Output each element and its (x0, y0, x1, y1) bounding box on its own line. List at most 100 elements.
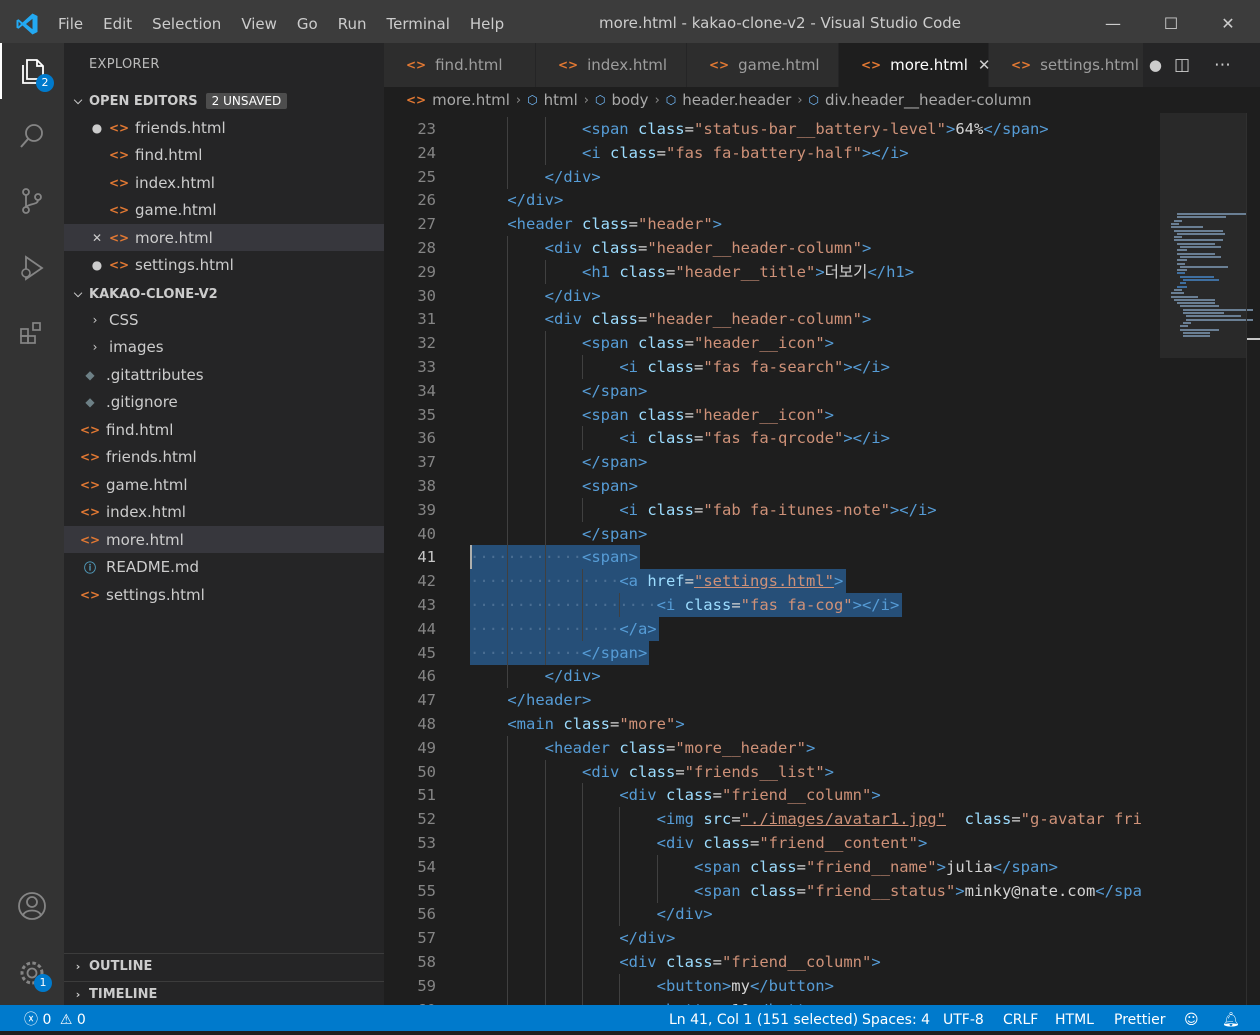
eol-setting[interactable]: CRLF (1003, 1005, 1038, 1031)
menu-terminal[interactable]: Terminal (387, 15, 450, 33)
file-item[interactable]: <> game.html (64, 471, 384, 498)
unsaved-dot-icon[interactable]: ● (1149, 56, 1162, 74)
code-line[interactable]: 46 </div> (384, 664, 1160, 689)
code-line[interactable]: 31 <div class="header__header-column"> (384, 307, 1160, 332)
code-editor[interactable]: 23 <span class="status-bar__battery-leve… (384, 113, 1160, 1005)
file-item[interactable]: <> more.html (64, 526, 384, 553)
code-line[interactable]: 41 ············<span> (384, 545, 1160, 570)
tab-find[interactable]: <> find.html (384, 43, 536, 87)
breadcrumb-item[interactable]: more.html (432, 91, 510, 109)
code-line[interactable]: 27 <header class="header"> (384, 212, 1160, 236)
file-item[interactable]: <> index.html (64, 499, 384, 526)
code-line[interactable]: 23 <span class="status-bar__battery-leve… (384, 117, 1160, 141)
unsaved-dot-icon[interactable]: ● (86, 258, 108, 272)
encoding-setting[interactable]: UTF-8 (943, 1005, 984, 1031)
code-line[interactable]: 56 </div> (384, 902, 1160, 927)
minimap-slider[interactable] (1160, 113, 1246, 358)
code-line[interactable]: 60 <button>10</button> (384, 997, 1160, 1005)
maximize-button[interactable]: ☐ (1141, 0, 1201, 47)
code-line[interactable]: 24 <i class="fas fa-battery-half"></i> (384, 140, 1160, 165)
code-line[interactable]: 33 <i class="fas fa-search"></i> (384, 355, 1160, 379)
open-editor-item[interactable]: <> find.html (64, 142, 384, 169)
file-item[interactable]: ◆ .gitignore (64, 389, 384, 416)
code-line[interactable]: 40 </span> (384, 521, 1160, 546)
file-item[interactable]: ⓘ README.md (64, 554, 384, 581)
code-line[interactable]: 34 </span> (384, 378, 1160, 403)
open-editors-header[interactable]: ⌵ OPEN EDITORS 2 UNSAVED (64, 89, 384, 113)
source-control-activity-button[interactable] (0, 173, 64, 229)
split-editor-icon[interactable]: ◫ (1174, 43, 1190, 87)
menu-help[interactable]: Help (470, 15, 504, 33)
code-line[interactable]: 59 <button>my</button> (384, 973, 1160, 998)
minimap[interactable] (1160, 113, 1254, 1005)
code-line[interactable]: 54 <span class="friend__name">julia</spa… (384, 854, 1160, 879)
cursor-position[interactable]: Ln 41, Col 1 (151 selected) (669, 1005, 858, 1031)
code-line[interactable]: 47 </header> (384, 688, 1160, 712)
menu-view[interactable]: View (241, 15, 277, 33)
open-editor-item[interactable]: ● <> settings.html (64, 252, 384, 279)
accounts-activity-button[interactable] (0, 878, 64, 934)
minimize-button[interactable]: — (1083, 0, 1143, 47)
tab-more[interactable]: <> more.html ✕ (839, 43, 990, 87)
folder-item[interactable]: › CSS (64, 306, 384, 333)
language-mode[interactable]: HTML (1055, 1005, 1094, 1031)
outline-header[interactable]: › OUTLINE (64, 953, 384, 978)
open-editor-item[interactable]: ✕ <> more.html (64, 224, 384, 251)
open-editor-item[interactable]: <> index.html (64, 169, 384, 196)
code-line[interactable]: 39 <i class="fab fa-itunes-note"></i> (384, 497, 1160, 522)
close-window-button[interactable]: ✕ (1198, 0, 1258, 47)
breadcrumb-item[interactable]: html (544, 91, 578, 109)
code-line[interactable]: 26 </div> (384, 188, 1160, 212)
tab-index[interactable]: <> index.html (536, 43, 687, 87)
code-line[interactable]: 25 </div> (384, 164, 1160, 189)
close-editor-icon[interactable]: ✕ (86, 231, 108, 245)
project-folder-header[interactable]: ⌵ KAKAO-CLONE-V2 (64, 282, 384, 306)
vertical-scrollbar[interactable] (1246, 113, 1260, 1005)
code-line[interactable]: 58 <div class="friend__column"> (384, 950, 1160, 974)
breadcrumb-item[interactable]: div.header__header-column (825, 91, 1032, 109)
code-line[interactable]: 30 </div> (384, 283, 1160, 308)
open-editor-item[interactable]: <> game.html (64, 197, 384, 224)
timeline-header[interactable]: › TIMELINE (64, 981, 384, 1006)
code-line[interactable]: 42 ················<a href="settings.html… (384, 569, 1160, 594)
explorer-activity-button[interactable]: 2 (0, 43, 64, 99)
code-line[interactable]: 37 </span> (384, 450, 1160, 475)
file-item[interactable]: <> friends.html (64, 444, 384, 471)
extensions-activity-button[interactable] (0, 305, 64, 361)
code-line[interactable]: 50 <div class="friends__list"> (384, 759, 1160, 784)
menu-file[interactable]: File (58, 15, 83, 33)
unsaved-dot-icon[interactable]: ● (86, 121, 108, 135)
tab-game[interactable]: <> game.html (687, 43, 839, 87)
menu-go[interactable]: Go (297, 15, 318, 33)
code-line[interactable]: 44 ················</a> (384, 616, 1160, 641)
file-item[interactable]: ◆ .gitattributes (64, 361, 384, 388)
code-line[interactable]: 48 <main class="more"> (384, 712, 1160, 736)
code-line[interactable]: 43 ····················<i class="fas fa-c… (384, 593, 1160, 617)
menu-edit[interactable]: Edit (103, 15, 132, 33)
feedback-icon[interactable]: ☺ (1184, 1005, 1199, 1031)
search-activity-button[interactable] (0, 108, 64, 164)
more-actions-icon[interactable]: ⋯ (1214, 43, 1231, 87)
code-line[interactable]: 35 <span class="header__icon"> (384, 402, 1160, 427)
menu-run[interactable]: Run (338, 15, 367, 33)
code-line[interactable]: 51 <div class="friend__column"> (384, 783, 1160, 808)
code-line[interactable]: 52 <img src="./images/avatar1.jpg" class… (384, 807, 1160, 832)
file-item[interactable]: <> settings.html (64, 581, 384, 608)
prettier-status[interactable]: Prettier (1114, 1005, 1166, 1031)
code-line[interactable]: 57 </div> (384, 926, 1160, 951)
indentation-setting[interactable]: Spaces: 4 (862, 1005, 930, 1031)
notifications-bell-icon[interactable]: 🔔︎ (1222, 1005, 1240, 1031)
manage-activity-button[interactable]: 1 (0, 945, 64, 1001)
code-line[interactable]: 38 <span> (384, 474, 1160, 498)
code-line[interactable]: 32 <span class="header__icon"> (384, 331, 1160, 356)
breadcrumb-item[interactable]: body (611, 91, 648, 109)
file-item[interactable]: <> find.html (64, 416, 384, 443)
code-line[interactable]: 49 <header class="more__header"> (384, 735, 1160, 760)
code-line[interactable]: 29 <h1 class="header__title">더보기</h1> (384, 259, 1160, 284)
code-line[interactable]: 53 <div class="friend__content"> (384, 831, 1160, 855)
code-line[interactable]: 55 <span class="friend__status">minky@na… (384, 878, 1160, 903)
breadcrumb-item[interactable]: header.header (682, 91, 791, 109)
menu-selection[interactable]: Selection (152, 15, 221, 33)
code-line[interactable]: 45 ············</span> (384, 640, 1160, 665)
open-editor-item[interactable]: ● <> friends.html (64, 114, 384, 141)
